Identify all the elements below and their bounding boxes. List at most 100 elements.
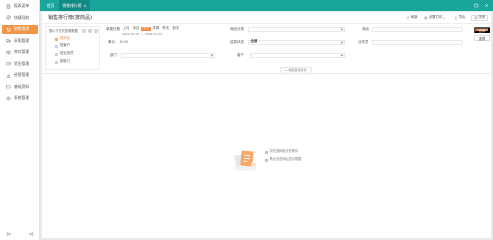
export-button[interactable]: 导出: [454, 15, 466, 21]
radio-icon: [55, 52, 58, 56]
chevron-down-icon: [340, 40, 343, 44]
empty-state-line: 再点击查询后显示数据: [265, 158, 301, 162]
sidebar-item-label: 库存管理: [14, 49, 30, 55]
caret-down-icon: [443, 17, 446, 19]
sidebar-item-purchase[interactable]: 采购管理: [2, 36, 38, 45]
expand-all-icon[interactable]: [82, 28, 86, 33]
folder-icon: [6, 85, 11, 89]
page-title: 销售排行榜(按商品): [48, 14, 92, 21]
salesman-input[interactable]: [372, 39, 463, 45]
tab-label: 首页: [46, 2, 55, 8]
top-bar: 首页 销售排行榜 ×: [40, 0, 493, 11]
title-bar: 销售排行榜(按商品) 刷新 设置打印 导出 关闭: [42, 12, 491, 24]
chevron-down-icon: [210, 53, 213, 57]
collapse-menu-icon[interactable]: [6, 231, 12, 237]
sidebar-item-operations[interactable]: 经营管理: [2, 71, 38, 80]
tab-close-button[interactable]: ×: [83, 3, 86, 8]
department-label: 部门: [110, 52, 117, 57]
date-to[interactable]: 2022-12-31: [145, 33, 162, 36]
view-option-label: 按业务员: [60, 51, 74, 56]
collapse-all-icon[interactable]: [88, 28, 92, 33]
sidebar-item-label: 基础资料: [14, 83, 30, 89]
box-icon: [6, 50, 11, 54]
settle-status-select[interactable]: 全部: [248, 39, 345, 45]
radio-icon: [55, 44, 58, 48]
close-icon: [473, 16, 478, 20]
sidebar-item-label: 经营管理: [14, 72, 30, 78]
date-label: 单据日期: [106, 26, 120, 31]
date-quick-this-month[interactable]: 本月: [131, 27, 141, 32]
empty-state-illustration: [233, 150, 258, 171]
view-mode-panel: 按以下方式查看数据 按商品 按客户 按业务员 按部门: [45, 26, 100, 70]
report-icon: [6, 3, 11, 9]
reset-button[interactable]: 重置: [474, 35, 490, 41]
truck-icon: [6, 39, 11, 43]
sidebar-item-funds[interactable]: 资金管理: [2, 59, 38, 68]
date-quick-last-month[interactable]: 上月: [121, 27, 131, 32]
expand-menu-icon[interactable]: [28, 231, 34, 237]
view-option-label: 按商品: [60, 36, 71, 41]
printer-icon: [424, 16, 428, 20]
sidebar-item-quick-nav[interactable]: 快捷导航: [2, 13, 38, 22]
close-icon[interactable]: [484, 3, 489, 8]
date-separator: ~: [140, 32, 144, 36]
compass-icon: [6, 15, 11, 20]
view-option-label: 按客户: [60, 43, 71, 48]
print-settings-button[interactable]: 设置打印: [424, 15, 446, 21]
close-page-label: 关闭: [478, 15, 486, 20]
view-option-department[interactable]: 按部门: [55, 59, 71, 64]
view-option-customer[interactable]: 按客户: [55, 43, 71, 48]
customer-select[interactable]: [250, 52, 345, 58]
collapse-filters-label: 收起查询条件: [288, 68, 307, 72]
sidebar-item-sales[interactable]: 销售管理: [2, 24, 38, 34]
category-select[interactable]: [248, 26, 345, 32]
gear-icon: [6, 96, 11, 100]
sidebar: 报表菜单 快捷导航 销售管理 采购管理 库存管理 资金管理 经营管理 基础资料 …: [0, 0, 40, 240]
sidebar-item-system[interactable]: 系统管理: [2, 94, 38, 103]
view-option-label: 按部门: [60, 59, 71, 64]
divider: [42, 73, 491, 74]
sidebar-item-label: 销售管理: [14, 26, 30, 32]
tab-sales-ranking[interactable]: 销售排行榜 ×: [59, 0, 90, 11]
print-settings-label: 设置打印: [428, 15, 443, 20]
tab-label: 销售排行榜: [62, 2, 82, 8]
cart-icon: [6, 27, 11, 32]
sidebar-item-label: 资金管理: [14, 60, 30, 66]
close-page-button[interactable]: 关闭: [471, 15, 488, 21]
search-button[interactable]: 查询: [474, 27, 490, 33]
sidebar-item-reports[interactable]: 报表菜单: [2, 2, 38, 11]
salesman-label: 业务员: [358, 39, 369, 44]
refresh-label: 刷新: [410, 15, 418, 20]
restore-icon[interactable]: [474, 3, 479, 8]
date-quick-day-before[interactable]: 前天: [171, 27, 181, 32]
view-panel-title: 按以下方式查看数据: [49, 28, 78, 33]
date-quick-this-week[interactable]: 本周: [151, 27, 161, 32]
date-quick-yesterday[interactable]: 昨天: [161, 27, 171, 32]
tab-home[interactable]: 首页: [43, 0, 58, 11]
export-label: 导出: [458, 15, 466, 20]
empty-state-text: 请先选择统计的条件: [269, 149, 299, 154]
view-option-product[interactable]: 按商品: [55, 36, 71, 41]
refresh-button[interactable]: 刷新: [406, 15, 418, 21]
customer-label: 客户: [237, 52, 244, 57]
refresh-icon: [406, 16, 410, 20]
date-quick-today[interactable]: 今天: [140, 26, 151, 32]
sidebar-item-label: 快捷导航: [14, 14, 30, 20]
department-select[interactable]: [121, 52, 215, 58]
sidebar-item-label: 系统管理: [14, 95, 30, 101]
radio-icon: [55, 60, 58, 64]
date-range[interactable]: 2022-01-01 ~ 2022-12-31: [122, 33, 162, 36]
sidebar-item-basic-data[interactable]: 基础资料: [2, 82, 38, 91]
date-from[interactable]: 2022-01-01: [122, 33, 139, 36]
settle-status-label: 结算状态: [230, 39, 244, 44]
main-panel: 销售排行榜(按商品) 刷新 设置打印 导出 关闭 按以下方式查看数据 按商品 按…: [42, 12, 491, 238]
product-input[interactable]: [372, 26, 463, 32]
chevron-down-icon: [340, 27, 343, 31]
empty-state-line: 请先选择统计的条件: [265, 150, 298, 154]
price-value[interactable]: 0.00: [120, 40, 128, 45]
sidebar-item-inventory[interactable]: 库存管理: [2, 48, 38, 57]
bullet-icon: [265, 150, 268, 154]
empty-state-text: 再点击查询后显示数据: [269, 157, 302, 162]
view-option-salesman[interactable]: 按业务员: [55, 51, 74, 56]
refresh-icon[interactable]: [94, 28, 98, 33]
